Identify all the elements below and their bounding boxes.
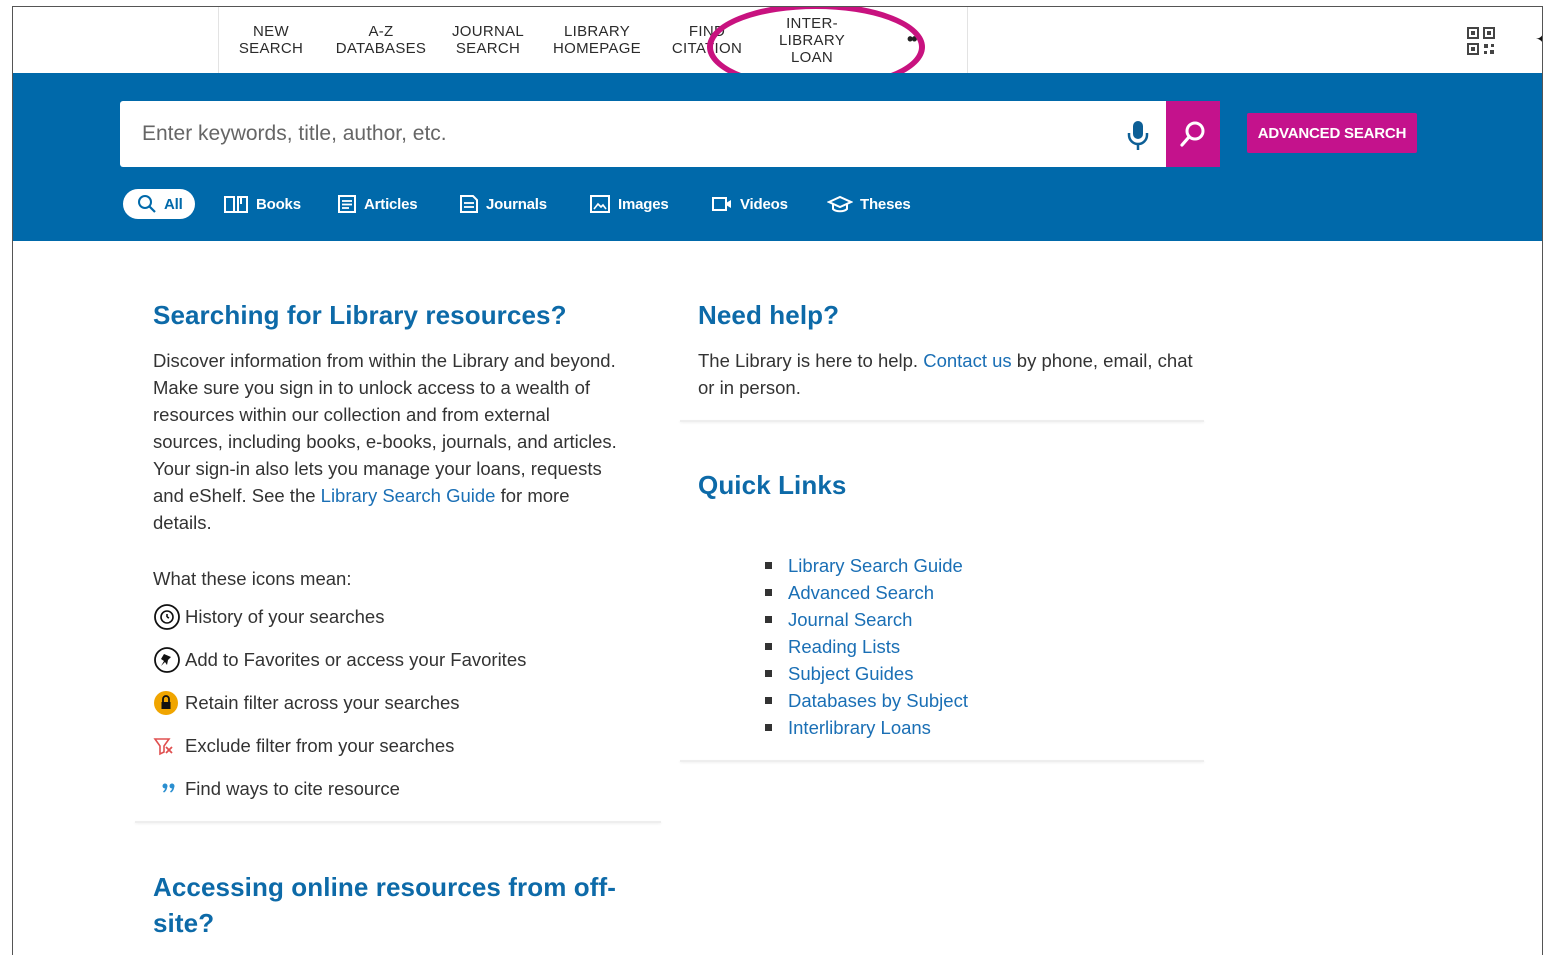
legend-history: History of your searches [153, 603, 384, 631]
search-box [120, 101, 1166, 167]
resources-body-text: Discover information from within the Lib… [153, 350, 617, 506]
image-icon [590, 195, 610, 213]
quick-link-advanced-search[interactable]: Advanced Search [788, 582, 934, 604]
filter-all[interactable]: All [123, 189, 195, 219]
article-icon [338, 195, 356, 213]
quick-link-journal-search[interactable]: Journal Search [788, 609, 912, 631]
resources-body: Discover information from within the Lib… [153, 347, 623, 536]
exclude-icon [153, 738, 173, 756]
filter-label: Articles [364, 195, 418, 213]
nav-more-button[interactable]: •• [907, 29, 918, 50]
list-item: Advanced Search [765, 579, 968, 606]
offsite-card: Accessing online resources from off-site… [153, 869, 653, 941]
filter-videos[interactable]: Videos [711, 189, 788, 219]
list-item: Subject Guides [765, 660, 968, 687]
list-item: Journal Search [765, 606, 968, 633]
legend-text: History of your searches [185, 606, 385, 627]
nav-group: NEW SEARCH A-Z DATABASES JOURNAL SEARCH … [218, 7, 968, 73]
filter-label: Journals [486, 195, 547, 213]
search-input[interactable] [142, 101, 1102, 167]
help-text: The Library is here to help. [698, 350, 924, 371]
divider [680, 420, 1204, 422]
history-icon [154, 604, 180, 630]
search-button[interactable] [1166, 101, 1220, 167]
quick-links-list: Library Search Guide Advanced Search Jou… [765, 552, 968, 741]
browser-frame: NEW SEARCH A-Z DATABASES JOURNAL SEARCH … [12, 6, 1543, 955]
filter-label: Theses [860, 195, 911, 213]
quick-links-title: Quick Links [698, 470, 847, 500]
qr-code-icon[interactable] [1465, 25, 1497, 57]
book-icon [224, 196, 248, 213]
quick-link-databases-by-subject[interactable]: Databases by Subject [788, 690, 968, 712]
help-body: The Library is here to help. Contact us … [698, 347, 1198, 401]
filter-label: All [164, 195, 183, 213]
legend-text: Add to Favorites or access your Favorite… [185, 649, 527, 670]
filter-label: Videos [740, 195, 788, 213]
quick-link-library-search-guide[interactable]: Library Search Guide [788, 555, 963, 577]
filter-articles[interactable]: Articles [337, 189, 418, 219]
filter-books[interactable]: Books [223, 189, 301, 219]
filter-theses[interactable]: Theses [827, 189, 911, 219]
nav-interlibrary-loan[interactable]: INTER- LIBRARY LOAN [769, 7, 855, 73]
resources-title: Searching for Library resources? [153, 300, 567, 330]
quick-link-subject-guides[interactable]: Subject Guides [788, 663, 913, 685]
nav-az-databases[interactable]: A-Z DATABASES [331, 7, 431, 73]
help-card: Need help? The Library is here to help. … [698, 300, 1198, 401]
pin-icon [154, 647, 180, 673]
top-nav: NEW SEARCH A-Z DATABASES JOURNAL SEARCH … [13, 7, 1542, 91]
nav-new-search[interactable]: NEW SEARCH [225, 7, 317, 73]
offsite-title: Accessing online resources from off-site… [153, 872, 617, 938]
divider [135, 821, 661, 823]
icons-heading: What these icons mean: [153, 568, 352, 589]
legend-retain: Retain filter across your searches [153, 689, 460, 717]
filter-journals[interactable]: Journals [459, 189, 547, 219]
legend-favorites: Add to Favorites or access your Favorite… [153, 646, 526, 674]
filter-images[interactable]: Images [589, 189, 669, 219]
legend-cite: Find ways to cite resource [153, 775, 400, 803]
filter-label: Books [256, 195, 301, 213]
contact-us-link[interactable]: Contact us [923, 350, 1011, 371]
list-item: Library Search Guide [765, 552, 968, 579]
microphone-icon[interactable] [1124, 119, 1152, 151]
journal-icon [460, 195, 478, 213]
legend-exclude: Exclude filter from your searches [153, 732, 454, 760]
advanced-search-button[interactable]: ADVANCED SEARCH [1247, 113, 1417, 153]
video-icon [712, 197, 731, 211]
quick-links-card: Quick Links Library Search Guide Advance… [698, 470, 1198, 740]
help-title: Need help? [698, 300, 840, 330]
graduation-cap-icon [827, 195, 853, 213]
quick-link-reading-lists[interactable]: Reading Lists [788, 636, 900, 658]
filter-label: Images [618, 195, 669, 213]
nav-journal-search[interactable]: JOURNAL SEARCH [445, 7, 531, 73]
legend-text: Retain filter across your searches [185, 692, 460, 713]
legend-text: Exclude filter from your searches [185, 735, 455, 756]
pin-icon-cut[interactable]: ✦ [1535, 27, 1542, 49]
divider [680, 760, 1204, 762]
icons-legend: What these icons mean: History of your s… [153, 565, 633, 805]
search-icon [1180, 121, 1205, 147]
legend-text: Find ways to cite resource [185, 778, 400, 799]
list-item: Reading Lists [765, 633, 968, 660]
quick-link-interlibrary-loans[interactable]: Interlibrary Loans [788, 717, 931, 739]
resources-card: Searching for Library resources? Discove… [153, 300, 623, 536]
search-band: ADVANCED SEARCH All Books Articles Journ… [13, 73, 1542, 241]
nav-find-citation[interactable]: FIND CITATION [665, 7, 749, 73]
list-item: Interlibrary Loans [765, 714, 968, 741]
quote-icon [162, 783, 175, 793]
lock-icon [154, 691, 178, 715]
search-icon [138, 195, 156, 213]
library-search-guide-link[interactable]: Library Search Guide [321, 485, 496, 506]
list-item: Databases by Subject [765, 687, 968, 714]
nav-library-homepage[interactable]: LIBRARY HOMEPAGE [549, 7, 645, 73]
